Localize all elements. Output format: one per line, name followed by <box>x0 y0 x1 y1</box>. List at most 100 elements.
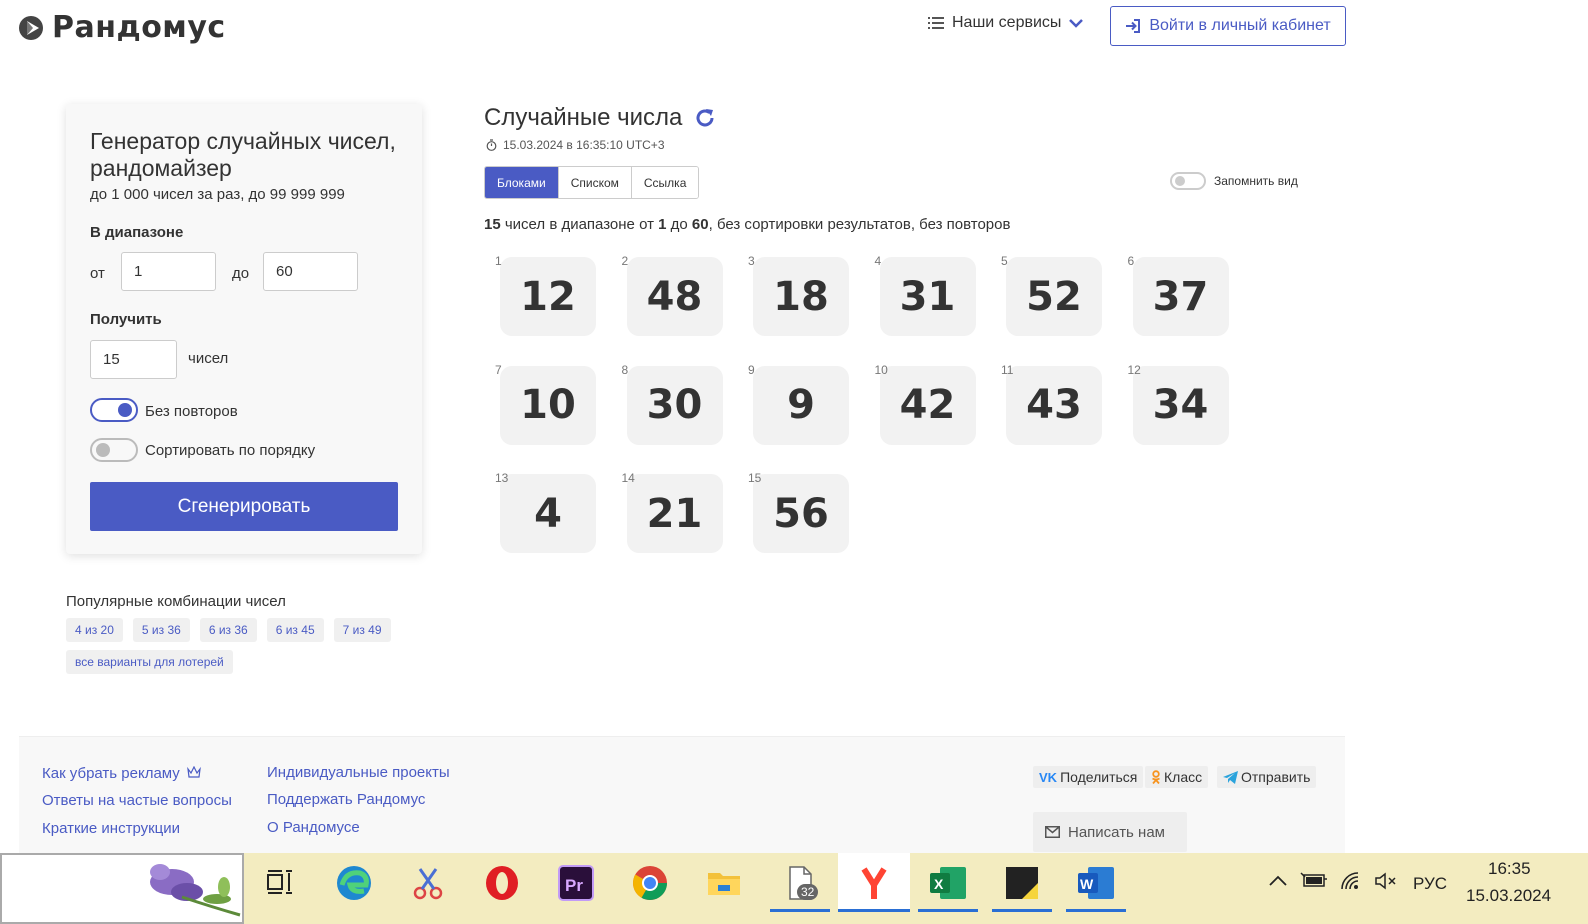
tab-list[interactable]: Списком <box>558 167 632 198</box>
number-value: 31 <box>879 257 976 336</box>
chrome-icon[interactable] <box>630 863 670 903</box>
speaker-muted-icon[interactable] <box>1374 871 1398 891</box>
number-index: 12 <box>1127 362 1141 377</box>
word-icon[interactable]: W <box>1076 863 1116 903</box>
taskbar-indicator <box>1066 909 1126 912</box>
number-index: 7 <box>495 362 502 377</box>
chip-6-of-36[interactable]: 6 из 36 <box>199 618 257 642</box>
number-cell: 52 5 <box>1001 254 1104 337</box>
footer-link-remove-ads[interactable]: Как убрать рекламу <box>42 765 201 782</box>
share-ok-button[interactable]: Класс <box>1145 766 1209 788</box>
edge-icon[interactable] <box>334 863 374 903</box>
number-index: 14 <box>621 471 635 485</box>
number-cell: 31 4 <box>875 254 978 337</box>
write-us-button[interactable]: Написать нам <box>1033 812 1187 852</box>
svg-text:X: X <box>934 876 944 892</box>
number-index: 2 <box>621 254 629 268</box>
summary-count: 15 <box>484 216 501 233</box>
summary-from: 1 <box>658 216 667 233</box>
number-index: 15 <box>748 471 762 485</box>
excel-icon[interactable]: X <box>928 863 968 903</box>
chip-all-lotteries[interactable]: все варианты для лотерей <box>66 650 233 674</box>
generator-subtitle: до 1 000 чисел за раз, до 99 999 999 <box>90 186 345 203</box>
language-indicator[interactable]: РУС <box>1413 874 1447 894</box>
footer-link-about[interactable]: О Рандомусе <box>267 819 360 836</box>
opera-icon[interactable] <box>482 863 522 903</box>
number-index: 5 <box>1001 254 1008 268</box>
number-index: 3 <box>748 254 755 268</box>
premiere-pro-icon[interactable]: Pr <box>556 863 596 903</box>
share-telegram-label: Отправить <box>1241 769 1311 785</box>
share-vk-label: Поделиться <box>1060 769 1138 785</box>
number-cell: 10 7 <box>495 363 598 446</box>
view-tabs: Блоками Списком Ссылка <box>484 166 700 199</box>
no-repeat-toggle[interactable] <box>90 398 138 422</box>
number-value: 56 <box>753 474 849 553</box>
battery-icon[interactable] <box>1300 871 1328 889</box>
number-index: 9 <box>748 362 755 377</box>
footer-link-faq[interactable]: Ответы на частые вопросы <box>42 792 232 809</box>
sticky-notes-icon[interactable] <box>1002 863 1042 903</box>
login-icon <box>1126 19 1141 33</box>
footer-link-instructions[interactable]: Краткие инструкции <box>42 820 180 837</box>
vk-icon: VK <box>1039 769 1058 785</box>
number-value: 37 <box>1132 257 1229 336</box>
share-telegram-button[interactable]: Отправить <box>1217 766 1317 788</box>
logo[interactable]: Рандомус <box>18 10 226 45</box>
wifi-icon[interactable] <box>1340 871 1362 891</box>
toggle-knob <box>118 403 132 417</box>
number-cell: 21 14 <box>622 471 725 554</box>
chevron-up-icon[interactable] <box>1268 873 1288 887</box>
range-from-input[interactable]: 1 <box>121 252 216 291</box>
task-view-icon[interactable] <box>260 863 300 903</box>
file-count-badge: 32 <box>797 884 819 900</box>
chevron-down-icon <box>1069 19 1084 28</box>
chip-7-of-49[interactable]: 7 из 49 <box>333 618 391 642</box>
snipping-tool-icon[interactable] <box>408 863 448 903</box>
stopwatch-icon <box>486 139 497 151</box>
yandex-browser-icon[interactable] <box>854 863 894 903</box>
number-value: 52 <box>1006 257 1102 336</box>
footer-link-support[interactable]: Поддержать Рандомус <box>267 791 425 808</box>
number-value: 42 <box>879 365 976 445</box>
count-input[interactable]: 15 <box>90 340 177 379</box>
taskbar-indicator <box>918 909 978 912</box>
number-value: 4 <box>500 474 596 553</box>
telegram-icon <box>1223 770 1238 784</box>
file-explorer-icon[interactable] <box>704 863 744 903</box>
documents-app[interactable]: 32 <box>780 863 820 903</box>
services-menu[interactable]: Наши сервисы <box>928 14 1084 32</box>
chip-4-of-20[interactable]: 4 из 20 <box>66 618 123 642</box>
services-label: Наши сервисы <box>952 14 1062 31</box>
number-cell: 12 1 <box>495 254 598 337</box>
count-label: Получить <box>90 311 162 328</box>
number-cell: 30 8 <box>622 363 725 446</box>
sort-toggle[interactable] <box>90 438 138 462</box>
login-button[interactable]: Войти в личный кабинет <box>1110 6 1346 46</box>
number-cell: 4 13 <box>495 471 598 554</box>
results-summary: 15 чисел в диапазоне от 1 до 60, без сор… <box>484 216 1010 233</box>
number-index: 1 <box>495 254 502 268</box>
share-vk-button[interactable]: VK Поделиться <box>1033 766 1144 788</box>
generate-button[interactable]: Сгенерировать <box>90 482 398 531</box>
number-index: 8 <box>621 362 629 377</box>
sort-label: Сортировать по порядку <box>145 442 316 459</box>
number-value: 21 <box>626 474 723 553</box>
footer-link-projects[interactable]: Индивидуальные проекты <box>267 764 450 781</box>
envelope-icon <box>1045 826 1060 838</box>
refresh-icon[interactable] <box>694 107 716 129</box>
clock-date[interactable]: 15.03.2024 <box>1466 886 1551 906</box>
range-to-input[interactable]: 60 <box>263 252 358 291</box>
tab-blocks[interactable]: Блоками <box>485 167 559 198</box>
generator-title: Генератор случайных чисел, рандомайзер <box>90 128 396 181</box>
list-icon <box>928 17 944 29</box>
clock-time[interactable]: 16:35 <box>1488 859 1531 879</box>
tab-link[interactable]: Ссылка <box>631 167 699 198</box>
count-unit: чисел <box>188 350 229 367</box>
taskbar-search[interactable] <box>0 853 244 924</box>
remember-view-toggle[interactable] <box>1170 172 1206 190</box>
number-value: 48 <box>626 257 723 336</box>
chip-5-of-36[interactable]: 5 из 36 <box>132 618 190 642</box>
number-index: 4 <box>874 254 882 268</box>
chip-6-of-45[interactable]: 6 из 45 <box>266 618 324 642</box>
